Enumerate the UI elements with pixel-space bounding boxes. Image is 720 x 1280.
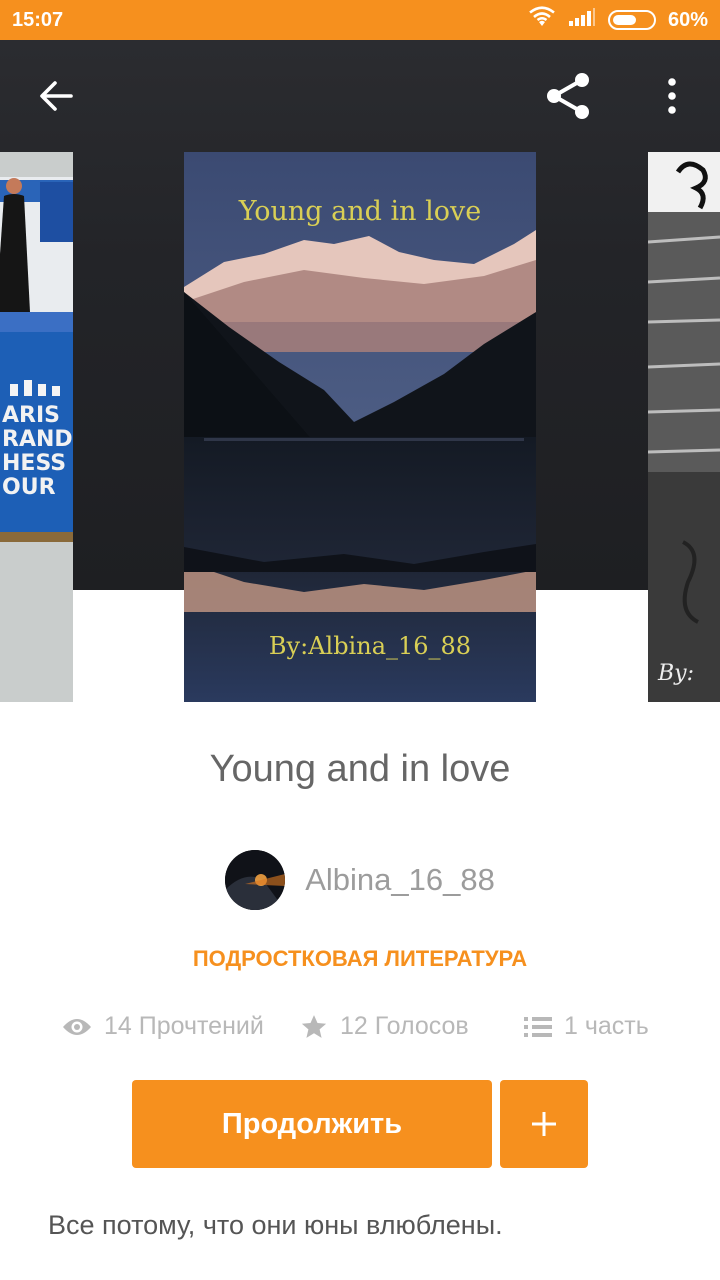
battery-percent: 60% bbox=[667, 8, 708, 31]
story-description: Все потому, что они юны влюблены. bbox=[48, 1210, 503, 1240]
continue-reading-button[interactable]: Продолжить bbox=[132, 1080, 492, 1168]
continue-reading-label: Продолжить bbox=[221, 1107, 403, 1140]
more-options-button[interactable] bbox=[644, 60, 700, 132]
reads-stat: 14 Прочтений bbox=[62, 1012, 264, 1041]
star-icon bbox=[301, 1014, 327, 1038]
back-arrow-icon bbox=[40, 81, 73, 111]
story-cover[interactable]: Young and in love By:Albina_16_88 bbox=[184, 152, 536, 702]
parts-stat[interactable]: 1 часть bbox=[524, 1012, 649, 1041]
author-name[interactable]: Albina_16_88 bbox=[305, 862, 495, 898]
add-to-library-button[interactable] bbox=[500, 1080, 588, 1168]
signal-icon bbox=[568, 7, 596, 33]
battery-level bbox=[612, 15, 636, 25]
votes-count: 12 Голосов bbox=[340, 1012, 469, 1040]
left-cover-line-2: RAND bbox=[2, 427, 73, 452]
avatar[interactable] bbox=[225, 850, 286, 910]
previous-cover-art: ARIS RAND HESS OUR bbox=[0, 177, 73, 702]
list-icon bbox=[524, 1016, 552, 1037]
share-button[interactable] bbox=[540, 60, 596, 132]
category-link[interactable]: ПОДРОСТКОВАЯ ЛИТЕРАТУРА bbox=[0, 946, 720, 972]
story-details-screen: 15:07 60% ARIS RAND HESS OUR Young and i… bbox=[0, 0, 720, 1280]
left-cover-line-1: ARIS bbox=[2, 403, 60, 428]
next-story-cover[interactable]: By: bbox=[648, 152, 720, 702]
eye-icon bbox=[63, 1018, 91, 1035]
story-title: Young and in love bbox=[209, 748, 511, 790]
votes-stat: 12 Голосов bbox=[300, 1012, 469, 1041]
share-icon bbox=[547, 73, 589, 119]
cover-landscape-art: Young and in love By:Albina_16_88 bbox=[184, 152, 536, 702]
parts-count: 1 часть bbox=[564, 1012, 649, 1040]
previous-story-cover[interactable]: ARIS RAND HESS OUR bbox=[0, 152, 73, 702]
story-stats: 14 Прочтений 12 Голосов 1 часть bbox=[0, 1012, 720, 1052]
wifi-icon bbox=[528, 6, 556, 34]
cover-byline-text: By:Albina_16_88 bbox=[269, 632, 471, 660]
plus-icon bbox=[532, 1112, 556, 1136]
next-cover-art: By: bbox=[648, 152, 720, 702]
more-vertical-icon bbox=[668, 78, 676, 114]
battery-icon bbox=[607, 10, 656, 30]
reads-count: 14 Прочтений bbox=[104, 1012, 264, 1040]
status-bar: 15:07 60% bbox=[0, 0, 720, 40]
left-cover-line-4: OUR bbox=[2, 475, 56, 500]
next-cover-byline: By: bbox=[657, 661, 694, 686]
left-cover-line-3: HESS bbox=[2, 451, 66, 476]
cover-title-text: Young and in love bbox=[238, 196, 481, 227]
author-avatar-image bbox=[225, 850, 286, 910]
status-time: 15:07 bbox=[12, 8, 64, 31]
author-row[interactable]: Albina_16_88 bbox=[0, 850, 720, 910]
back-button[interactable] bbox=[28, 60, 84, 132]
status-icons: 60% bbox=[528, 6, 708, 34]
